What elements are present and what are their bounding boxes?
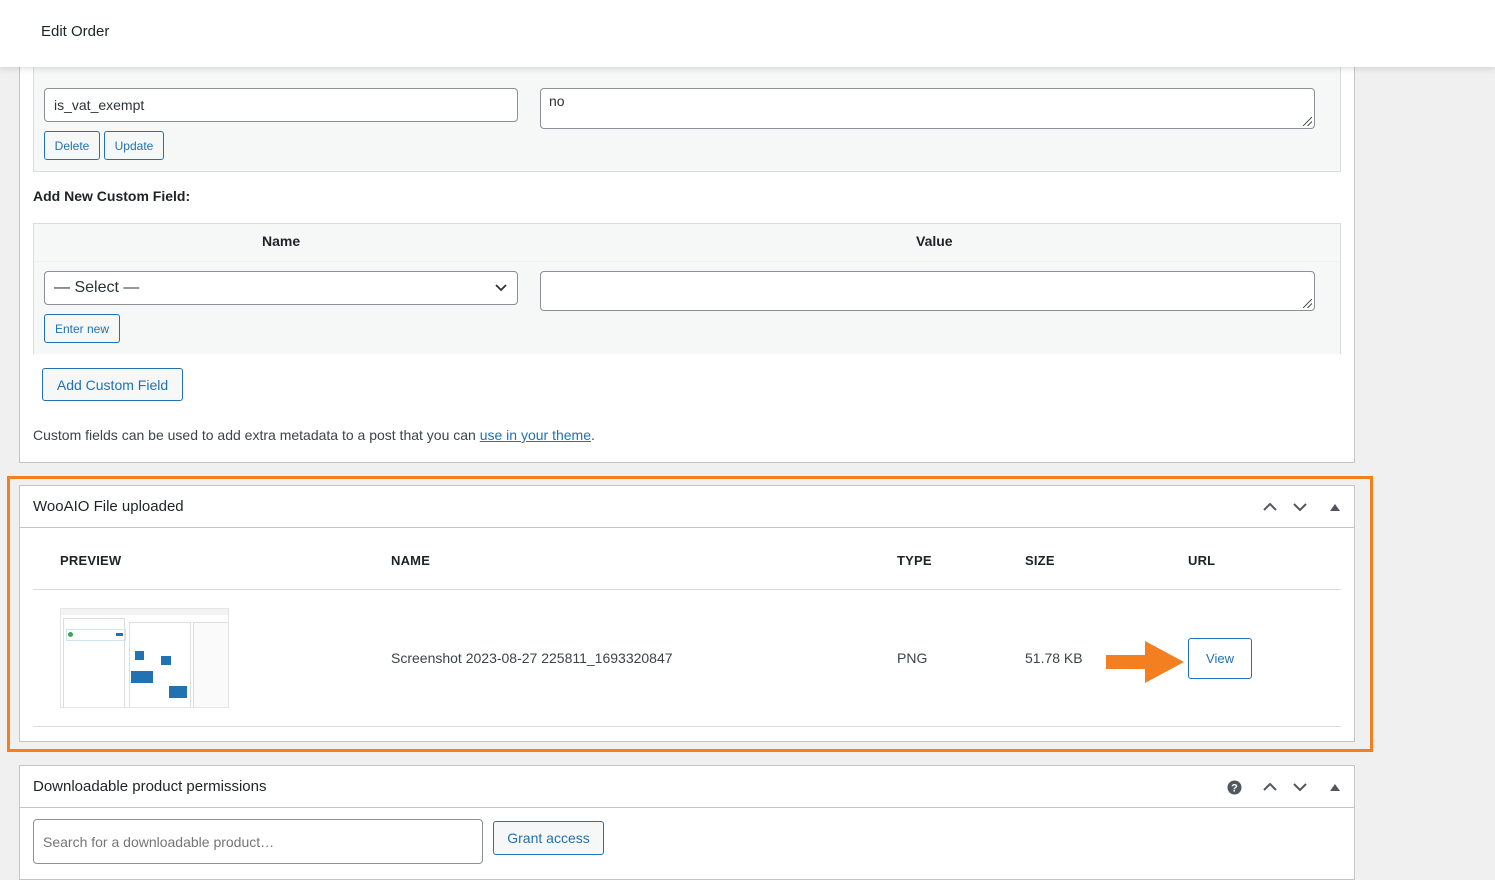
chevron-down-icon bbox=[495, 284, 507, 292]
resize-handle-icon[interactable] bbox=[1303, 299, 1312, 308]
custom-field-key-select[interactable]: — Select — bbox=[44, 271, 518, 305]
note-suffix: . bbox=[591, 427, 595, 443]
toggle-panel-icon[interactable] bbox=[1325, 498, 1345, 516]
table-bottom-divider bbox=[33, 726, 1341, 727]
top-bar: Edit Order bbox=[0, 0, 1495, 67]
name-column-header: NAME bbox=[391, 553, 431, 568]
custom-field-name-input[interactable]: is_vat_exempt bbox=[44, 88, 518, 122]
custom-field-name-value: is_vat_exempt bbox=[54, 97, 145, 113]
file-name: Screenshot 2023-08-27 225811_1693320847 bbox=[391, 650, 673, 666]
url-column-header: URL bbox=[1188, 553, 1216, 568]
type-column-header: TYPE bbox=[897, 553, 932, 568]
delete-custom-field-button[interactable]: Delete bbox=[44, 131, 100, 160]
enter-new-button[interactable]: Enter new bbox=[44, 314, 120, 343]
file-size: 51.78 KB bbox=[1025, 650, 1083, 666]
panel-header: WooAIO File uploaded bbox=[20, 486, 1354, 528]
table-divider bbox=[33, 589, 1341, 590]
move-down-icon[interactable] bbox=[1290, 498, 1310, 516]
file-type: PNG bbox=[897, 650, 928, 666]
size-column-header: SIZE bbox=[1025, 553, 1055, 568]
svg-text:?: ? bbox=[1231, 782, 1238, 794]
file-preview-thumbnail[interactable] bbox=[60, 608, 229, 708]
custom-fields-note: Custom fields can be used to add extra m… bbox=[33, 427, 595, 443]
add-custom-field-button[interactable]: Add Custom Field bbox=[42, 368, 183, 401]
add-new-custom-field-heading: Add New Custom Field: bbox=[33, 188, 191, 204]
move-down-icon[interactable] bbox=[1290, 778, 1310, 796]
update-custom-field-button[interactable]: Update bbox=[104, 131, 164, 160]
custom-field-value-text: no bbox=[549, 93, 565, 109]
value-column-header: Value bbox=[916, 233, 953, 249]
custom-field-value-textarea[interactable]: no bbox=[540, 88, 1315, 129]
panel-title: WooAIO File uploaded bbox=[33, 498, 184, 515]
panel-header: Downloadable product permissions ? bbox=[20, 766, 1354, 808]
downloadable-product-search-input[interactable] bbox=[33, 819, 483, 864]
new-custom-field-value-textarea[interactable] bbox=[540, 271, 1315, 311]
name-column-header: Name bbox=[262, 233, 301, 249]
toggle-panel-icon[interactable] bbox=[1325, 778, 1345, 796]
move-up-icon[interactable] bbox=[1260, 498, 1280, 516]
select-value: — Select — bbox=[54, 279, 140, 296]
help-icon[interactable]: ? bbox=[1224, 778, 1244, 796]
grant-access-button[interactable]: Grant access bbox=[493, 821, 604, 855]
arrow-right-icon bbox=[1106, 641, 1184, 683]
preview-column-header: PREVIEW bbox=[60, 553, 122, 568]
use-in-your-theme-link[interactable]: use in your theme bbox=[480, 427, 591, 443]
note-text: Custom fields can be used to add extra m… bbox=[33, 427, 480, 443]
page-title: Edit Order bbox=[41, 23, 110, 40]
move-up-icon[interactable] bbox=[1260, 778, 1280, 796]
panel-title: Downloadable product permissions bbox=[33, 778, 267, 795]
view-file-button[interactable]: View bbox=[1188, 638, 1252, 679]
resize-handle-icon[interactable] bbox=[1303, 117, 1312, 126]
